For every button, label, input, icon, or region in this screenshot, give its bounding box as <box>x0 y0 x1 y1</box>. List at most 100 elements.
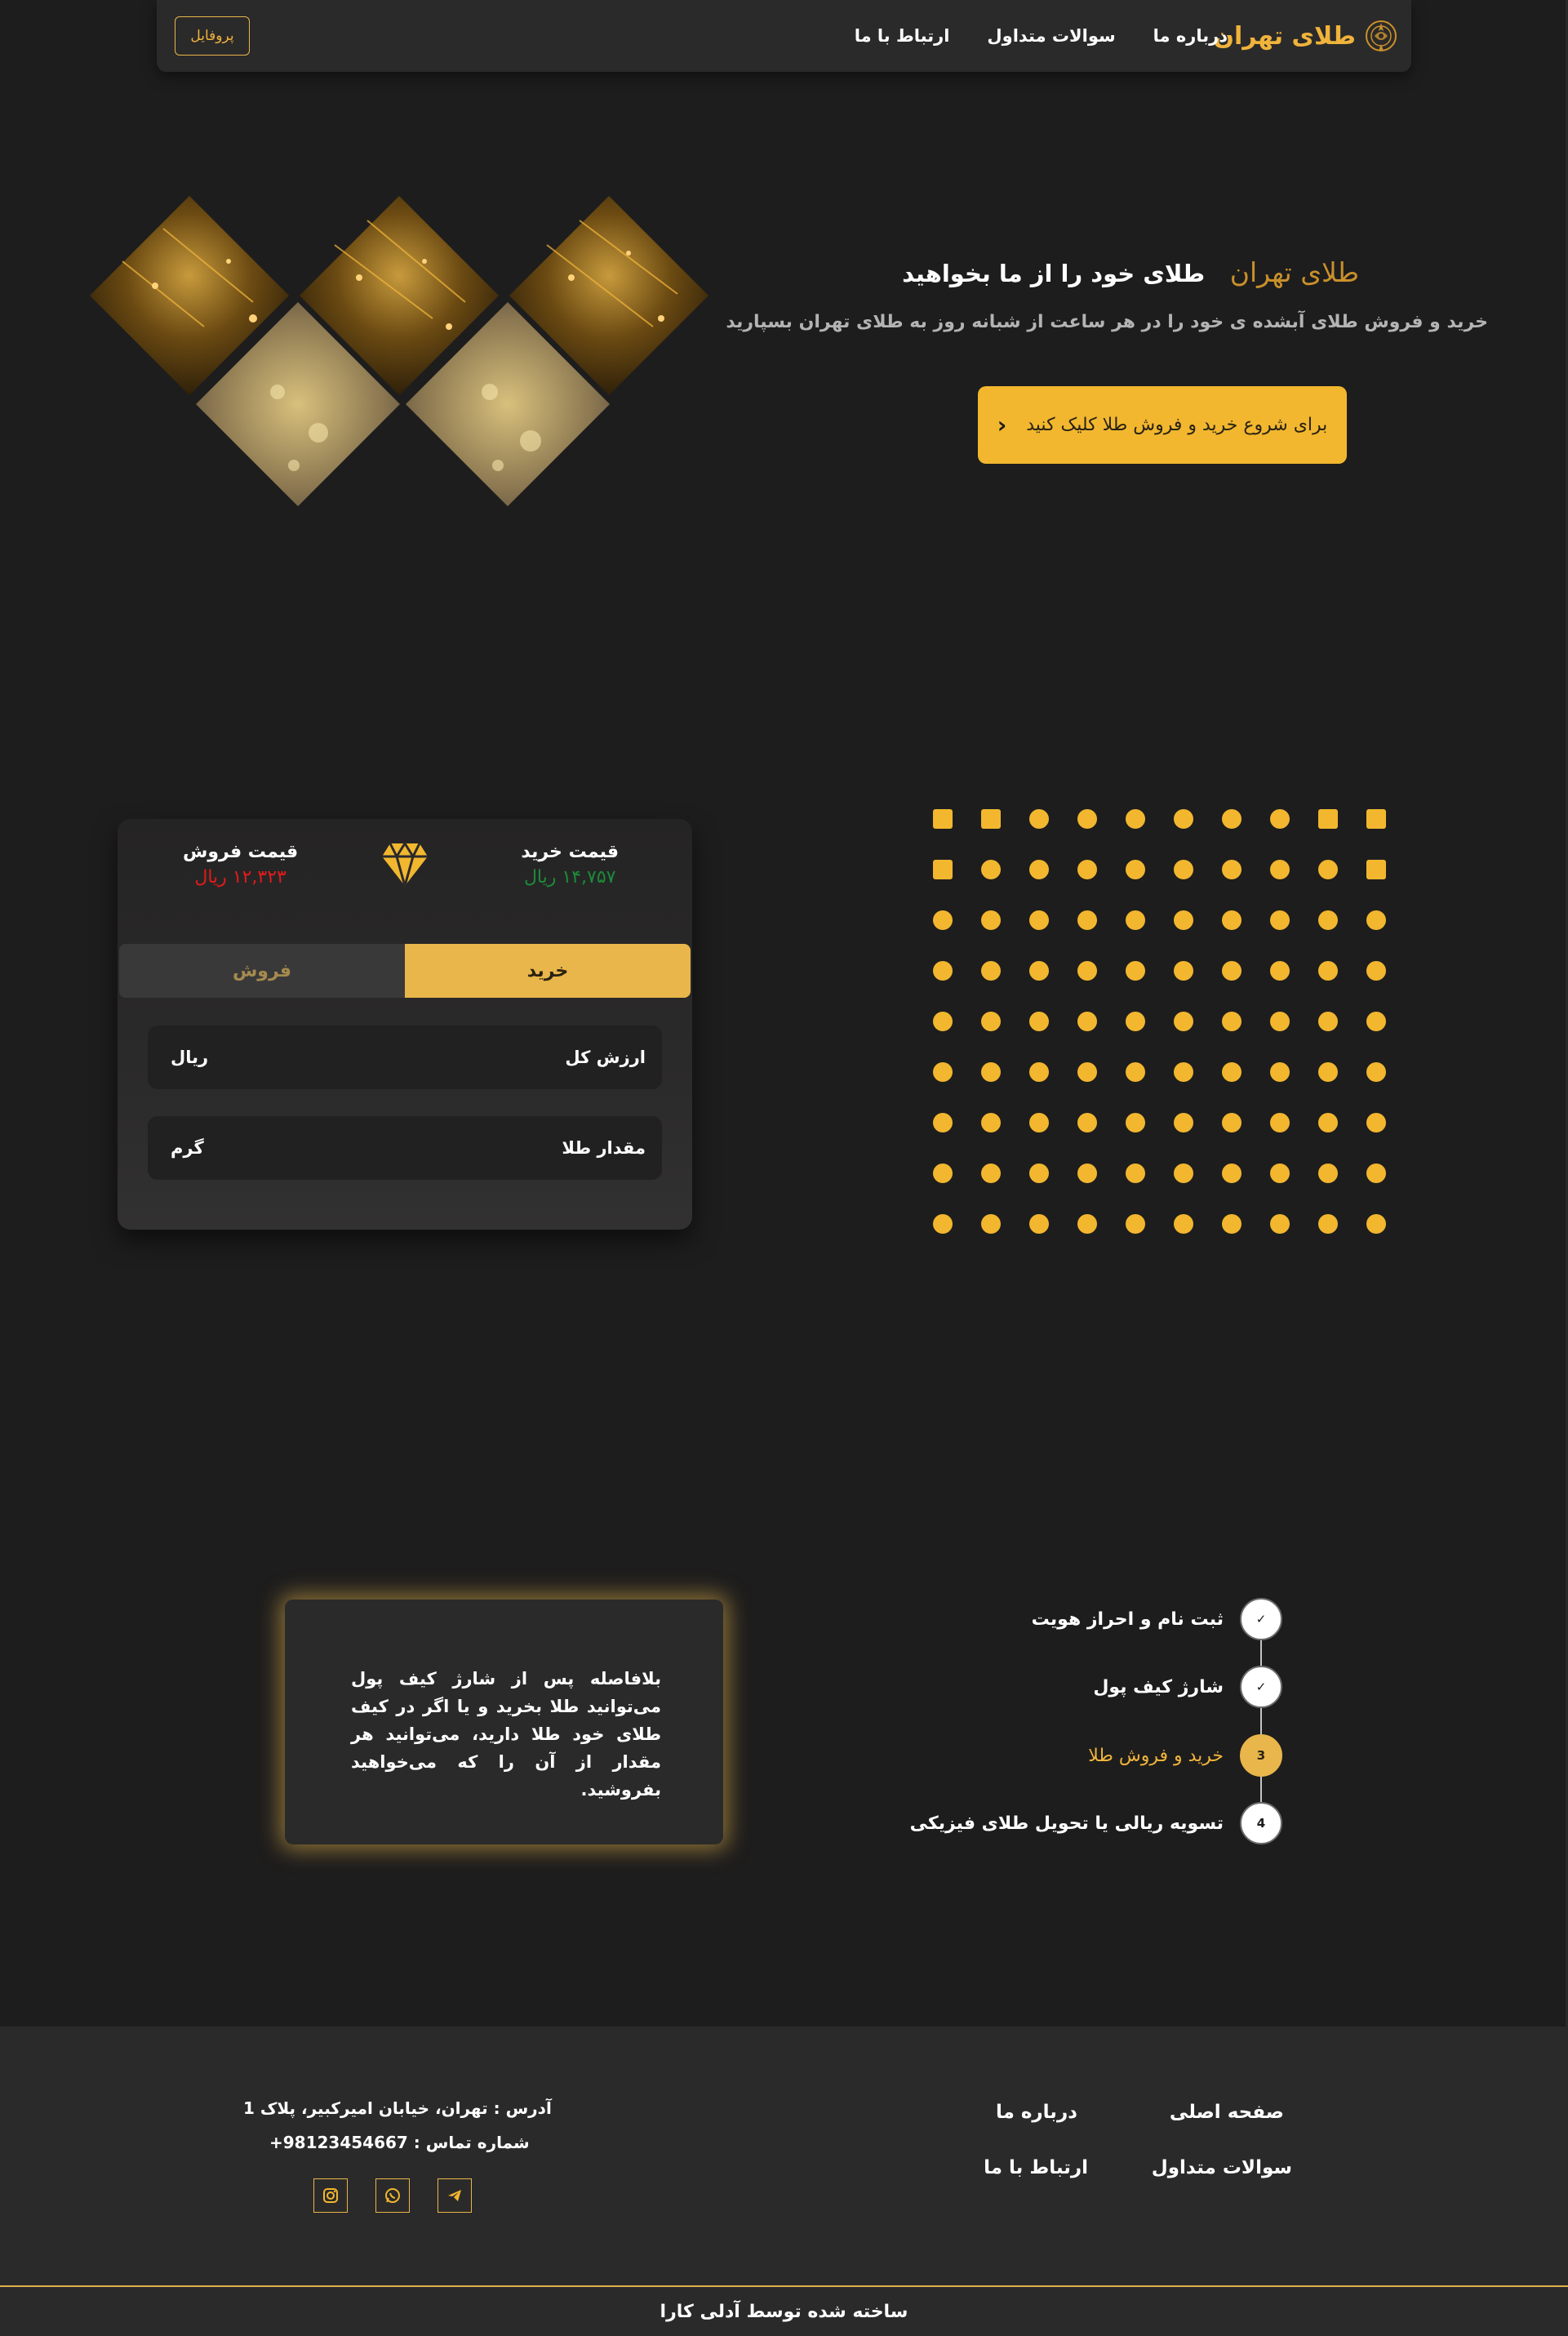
grid-dot <box>1222 910 1242 930</box>
grid-dot <box>933 1062 953 1082</box>
grid-dot <box>1174 1214 1193 1234</box>
footer-link-about[interactable]: درباره ما <box>996 2102 1077 2123</box>
step-4: 4 تسویه ریالی یا تحویل طلای فیزیکی <box>910 1801 1282 1845</box>
sell-price: قیمت فروش ۱۲,۳۲۳ ریال <box>183 842 298 888</box>
nav-link-contact[interactable]: ارتباط با ما <box>855 26 950 46</box>
grid-dot <box>1318 1164 1338 1183</box>
grid-dot <box>1077 860 1097 879</box>
nav-links: درباره ما سوالات متداول ارتباط با ما <box>855 0 1228 72</box>
grid-dot <box>981 860 1001 879</box>
grid-dot <box>1174 961 1193 981</box>
total-value-field[interactable]: ارزش کل ریال <box>148 1026 662 1089</box>
grid-dot <box>1222 1164 1242 1183</box>
grid-dot <box>1318 809 1338 829</box>
trade-tabs: خرید فروش <box>119 944 691 998</box>
gold-amount-unit: گرم <box>171 1138 204 1158</box>
grid-dot <box>1366 1214 1386 1234</box>
grid-dot <box>1270 860 1290 879</box>
step-3-number: 3 <box>1240 1734 1282 1777</box>
grid-dot <box>981 809 1001 829</box>
whatsapp-icon[interactable] <box>375 2178 410 2213</box>
social-links <box>313 2178 473 2214</box>
tab-sell[interactable]: فروش <box>119 944 405 998</box>
telegram-icon[interactable] <box>438 2178 472 2213</box>
grid-dot <box>1270 1164 1290 1183</box>
step-2: ✓ شارژ کیف پول <box>1093 1665 1282 1709</box>
grid-dot <box>933 1164 953 1183</box>
sell-price-label: قیمت فروش <box>183 842 299 862</box>
hero-title: طلای تهران طلای خود را از ما بخواهید <box>902 256 1359 288</box>
grid-dot <box>1077 1164 1097 1183</box>
grid-dot <box>1318 860 1338 879</box>
grid-dot <box>1270 1062 1290 1082</box>
grid-dot <box>1318 961 1338 981</box>
grid-dot <box>981 1062 1001 1082</box>
start-trading-label: برای شروع خرید و فروش طلا کلیک کنید <box>1026 415 1328 435</box>
grid-dot <box>1366 1012 1386 1031</box>
grid-dot <box>1222 860 1242 879</box>
instagram-icon[interactable] <box>313 2178 348 2213</box>
grid-dot <box>1366 809 1386 829</box>
grid-dot <box>1126 1214 1145 1234</box>
gold-amount-label: مقدار طلا <box>562 1138 646 1158</box>
grid-dot <box>1077 1062 1097 1082</box>
grid-dot <box>1318 1214 1338 1234</box>
total-value-label: ارزش کل <box>565 1048 646 1067</box>
step-3-label: خرید و فروش طلا <box>1088 1745 1224 1766</box>
hero-subtitle: خرید و فروش طلای آبشده ی خود را در هر سا… <box>726 312 1488 332</box>
total-value-unit: ریال <box>171 1048 209 1067</box>
grid-dot <box>981 910 1001 930</box>
footer-link-home[interactable]: صفحه اصلی <box>1170 2102 1284 2123</box>
grid-dot <box>1366 1164 1386 1183</box>
grid-dot <box>981 1164 1001 1183</box>
grid-dot <box>933 910 953 930</box>
grid-dot <box>1029 860 1049 879</box>
credit-bar: ساخته شده توسط آدلی کارا <box>0 2285 1568 2336</box>
grid-dot <box>1029 1012 1049 1031</box>
grid-dot <box>1126 860 1145 879</box>
start-trading-button[interactable]: برای شروع خرید و فروش طلا کلیک کنید ‹ <box>978 386 1347 464</box>
gold-amount-field[interactable]: مقدار طلا گرم <box>148 1116 662 1180</box>
decorative-dot-grid <box>933 809 1386 1234</box>
grid-dot <box>1222 1062 1242 1082</box>
grid-dot <box>1270 1113 1290 1132</box>
profile-button[interactable]: پروفایل <box>175 16 250 56</box>
grid-dot <box>1270 910 1290 930</box>
grid-dot <box>1318 1062 1338 1082</box>
grid-dot <box>981 1113 1001 1132</box>
diamond-icon <box>382 842 428 888</box>
grid-dot <box>1029 809 1049 829</box>
grid-dot <box>981 961 1001 981</box>
grid-dot <box>1126 809 1145 829</box>
grid-dot <box>981 1214 1001 1234</box>
grid-dot <box>1077 961 1097 981</box>
grid-dot <box>1077 809 1097 829</box>
step-2-label: شارژ کیف پول <box>1093 1676 1224 1697</box>
check-icon: ✓ <box>1240 1666 1282 1708</box>
grid-dot <box>933 961 953 981</box>
step-4-number: 4 <box>1240 1802 1282 1844</box>
tab-buy[interactable]: خرید <box>405 944 691 998</box>
footer-link-faq[interactable]: سوالات متداول <box>1152 2157 1292 2178</box>
brand[interactable]: طلای تهران <box>1213 11 1398 60</box>
footer-link-contact[interactable]: ارتباط با ما <box>984 2157 1088 2178</box>
grid-dot <box>1174 860 1193 879</box>
grid-dot <box>933 860 953 879</box>
footer-phone: شماره تماس : 98123454667+ <box>269 2133 530 2152</box>
nav-link-faq[interactable]: سوالات متداول <box>987 26 1115 46</box>
brand-name: طلای تهران <box>1213 21 1356 51</box>
steps-timeline: ✓ ثبت نام و احراز هویت ✓ شارژ کیف پول 3 … <box>711 1595 1282 1844</box>
grid-dot <box>1222 1113 1242 1132</box>
step-1-label: ثبت نام و احراز هویت <box>1031 1609 1224 1630</box>
nav-link-about[interactable]: درباره ما <box>1153 26 1228 46</box>
grid-dot <box>1366 910 1386 930</box>
grid-dot <box>1029 1164 1049 1183</box>
step-4-label: تسویه ریالی یا تحویل طلای فیزیکی <box>909 1813 1224 1834</box>
chevron-left-icon: ‹ <box>997 412 1007 438</box>
grid-dot <box>1029 910 1049 930</box>
brand-emblem-icon <box>1366 20 1397 51</box>
grid-dot <box>1318 1113 1338 1132</box>
step-1: ✓ ثبت نام و احراز هویت <box>1032 1597 1282 1641</box>
grid-dot <box>1126 1012 1145 1031</box>
grid-dot <box>1318 1012 1338 1031</box>
